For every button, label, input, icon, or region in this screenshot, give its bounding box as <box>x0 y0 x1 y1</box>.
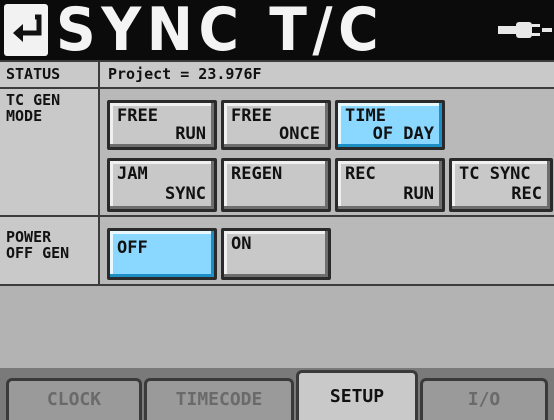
power-off-gen-label-line2: OFF GEN <box>6 244 70 262</box>
power-off-gen-on-button[interactable]: ON <box>221 228 331 280</box>
screen: SYNC T/C STATUS Project = 23.976F TC GEN… <box>0 0 554 420</box>
button-label-line2: OF DAY <box>372 124 434 144</box>
tc-sync-rec-button[interactable]: TC SYNC REC <box>449 158 553 212</box>
status-label: STATUS <box>0 62 98 87</box>
power-plug-icon <box>498 20 552 44</box>
button-label-line2: RUN <box>175 124 206 144</box>
button-label: REGEN <box>231 164 283 184</box>
button-label: ON <box>231 234 252 254</box>
status-value: Project = 23.976F <box>108 65 262 83</box>
button-label-line1: REC <box>345 164 376 184</box>
free-run-button[interactable]: FREE RUN <box>107 100 217 150</box>
button-label-line2: RUN <box>403 184 434 204</box>
tc-gen-mode-label: TC GEN MODE <box>0 89 98 215</box>
page-title: SYNC T/C <box>56 0 385 65</box>
button-label-line2: REC <box>511 184 542 204</box>
time-of-day-button[interactable]: TIME OF DAY <box>335 100 445 150</box>
empty-panel <box>0 286 554 368</box>
power-off-gen-label-line1: POWER <box>6 228 52 246</box>
back-button[interactable] <box>4 4 48 56</box>
divider <box>98 217 100 284</box>
tab-io[interactable]: I/O <box>420 378 548 420</box>
rec-run-button[interactable]: REC RUN <box>335 158 445 212</box>
tc-gen-mode-label-line2: MODE <box>6 107 43 125</box>
button-label-line1: TC SYNC <box>459 164 531 184</box>
button-label-line1: FREE <box>117 106 158 126</box>
title-bar: SYNC T/C <box>0 0 554 65</box>
tab-clock[interactable]: CLOCK <box>6 378 142 420</box>
divider <box>98 89 100 215</box>
regen-button[interactable]: REGEN <box>221 158 331 212</box>
button-label-line1: JAM <box>117 164 148 184</box>
tc-gen-mode-label-line1: TC GEN <box>6 91 61 109</box>
jam-sync-button[interactable]: JAM SYNC <box>107 158 217 212</box>
divider <box>98 62 100 87</box>
power-off-gen-label: POWER OFF GEN <box>0 217 98 284</box>
free-once-button[interactable]: FREE ONCE <box>221 100 331 150</box>
button-label-line2: SYNC <box>165 184 206 204</box>
return-arrow-icon <box>9 13 43 47</box>
button-label-line1: FREE <box>231 106 272 126</box>
tab-setup[interactable]: SETUP <box>296 370 418 420</box>
power-off-gen-off-button[interactable]: OFF <box>107 228 217 280</box>
button-label-line1: TIME <box>345 106 386 126</box>
tab-timecode[interactable]: TIMECODE <box>144 378 294 420</box>
button-label-line2: ONCE <box>279 124 320 144</box>
status-row: STATUS Project = 23.976F <box>0 62 554 87</box>
button-label: OFF <box>117 238 148 258</box>
